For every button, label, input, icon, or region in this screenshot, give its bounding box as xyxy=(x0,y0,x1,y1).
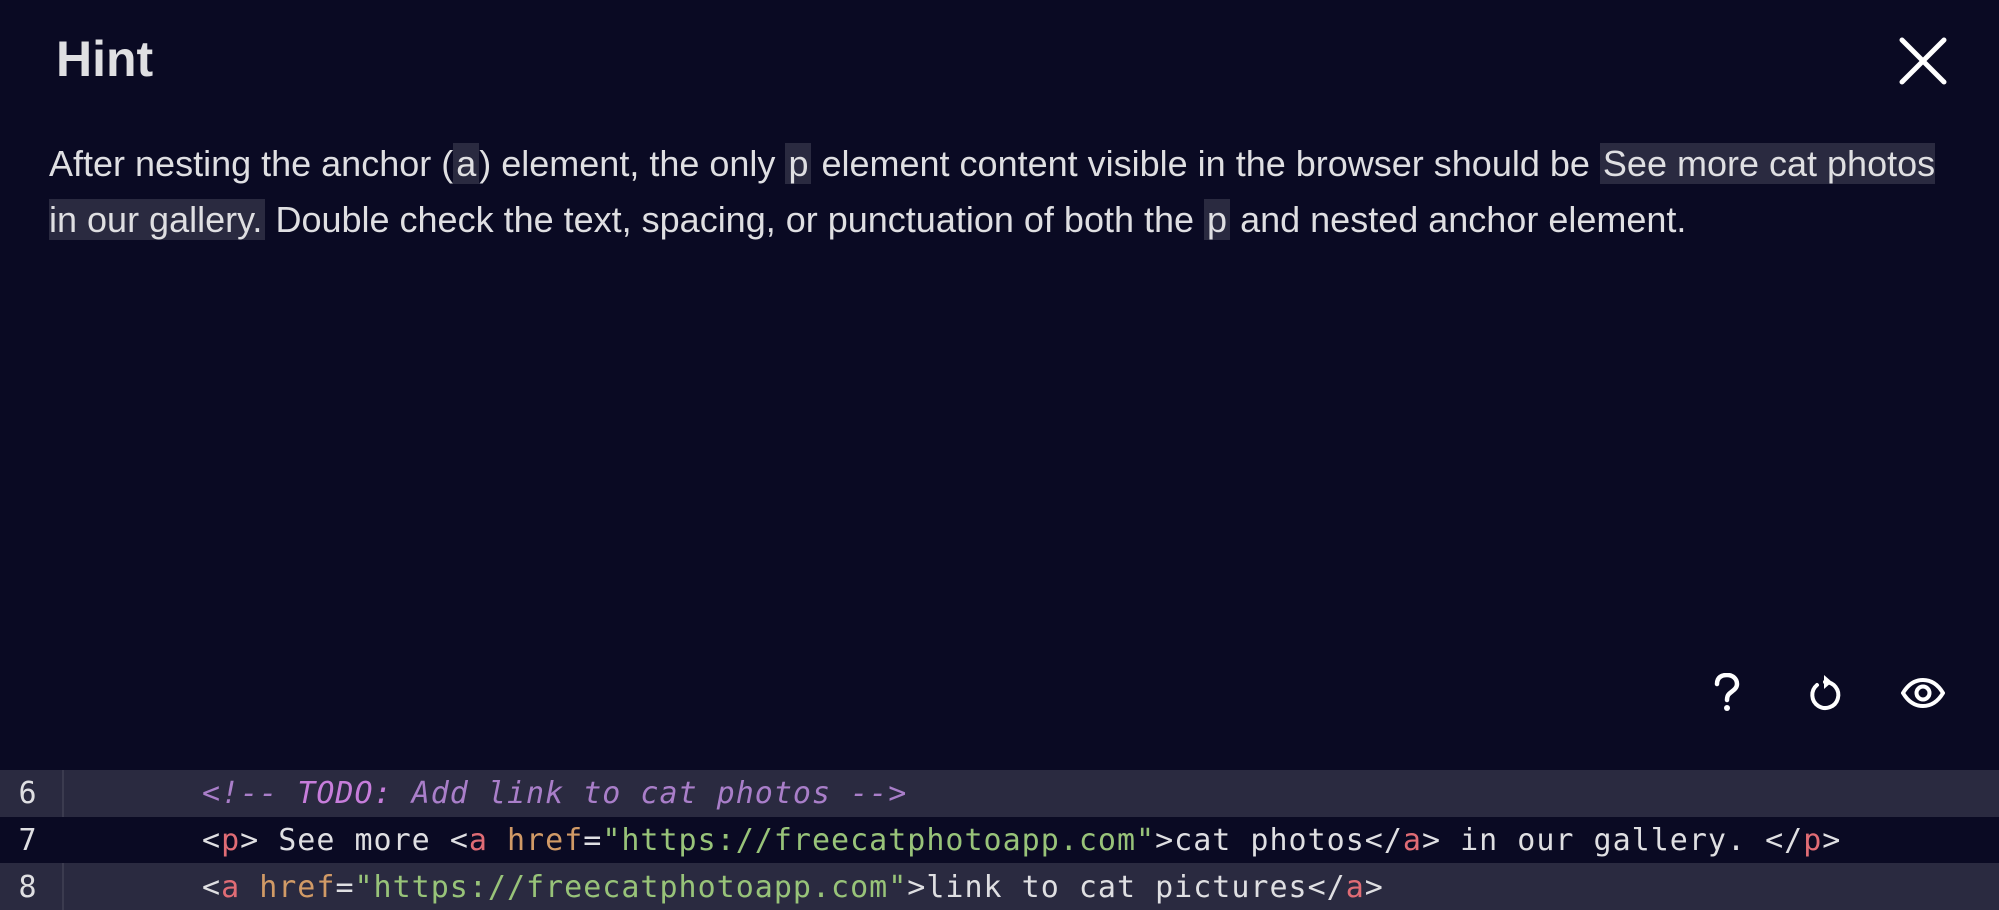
code-line-active[interactable]: 7 <p> See more <a href="https://freecatp… xyxy=(0,817,1999,863)
code-content: <a href="https://freecatphotoapp.com">li… xyxy=(202,870,1384,905)
text-token: cat photos xyxy=(1174,822,1365,858)
punct-token: > xyxy=(1421,822,1442,858)
code-content: <!-- TODO: Add link to cat photos --> xyxy=(202,776,907,811)
punct-token: > xyxy=(240,822,260,858)
punct-token: </ xyxy=(1765,822,1804,858)
hint-description: After nesting the anchor (a) element, th… xyxy=(49,136,1949,248)
tag-token: a xyxy=(1345,869,1365,905)
todo-token: TODO: xyxy=(297,775,393,811)
tag-token: a xyxy=(468,822,488,858)
punct-token: > xyxy=(1155,822,1175,858)
tag-token: p xyxy=(1803,822,1823,858)
punct-token: < xyxy=(449,822,469,858)
hint-text: and nested anchor element. xyxy=(1230,199,1687,240)
code-line[interactable]: 8 <a href="https://freecatphotoapp.com">… xyxy=(0,864,1999,910)
text-token: See more xyxy=(259,822,450,858)
inline-code: p xyxy=(785,143,812,184)
comment-token: <!-- xyxy=(202,775,298,811)
punct-token: > xyxy=(1822,822,1842,858)
hint-title: Hint xyxy=(56,31,154,87)
punct-token: </ xyxy=(1307,869,1346,905)
eye-icon xyxy=(1901,677,1945,709)
punct-token: = xyxy=(335,869,355,905)
line-number: 8 xyxy=(18,869,38,905)
code-line[interactable]: 6 <!-- TODO: Add link to cat photos --> xyxy=(0,770,1999,816)
line-number: 7 xyxy=(18,822,38,858)
close-button[interactable] xyxy=(1896,34,1950,88)
hint-text: After nesting the anchor ( xyxy=(49,143,454,184)
comment-token: Add link to cat photos xyxy=(392,775,851,811)
tag-token: p xyxy=(221,822,241,858)
code-editor[interactable]: 6 <!-- TODO: Add link to cat photos --> … xyxy=(0,770,1999,910)
punct-token: = xyxy=(583,822,603,858)
attr-token: href xyxy=(259,869,336,905)
string-token: "https://freecatphotoapp.com" xyxy=(354,869,908,905)
text-token: link to cat pictures xyxy=(926,869,1308,905)
line-number: 6 xyxy=(18,775,38,811)
reset-icon xyxy=(1810,675,1841,710)
inline-code: a xyxy=(453,143,480,184)
attr-token: href xyxy=(507,822,584,858)
tag-token: a xyxy=(221,869,241,905)
punct-token: > xyxy=(1364,869,1384,905)
punct-token: > xyxy=(907,869,927,905)
close-icon xyxy=(1899,37,1947,85)
string-token: "https://freecatphotoapp.com" xyxy=(602,822,1156,858)
comment-token: --> xyxy=(850,775,908,811)
inline-code: p xyxy=(1204,199,1231,240)
reset-button[interactable] xyxy=(1798,668,1852,718)
preview-button[interactable] xyxy=(1896,668,1950,718)
punct-token: </ xyxy=(1364,822,1403,858)
punct-token: < xyxy=(202,869,222,905)
help-button[interactable] xyxy=(1700,668,1754,718)
punct-token: < xyxy=(202,822,222,858)
question-mark-icon xyxy=(1714,673,1740,711)
hint-text: element content visible in the browser s… xyxy=(811,143,1600,184)
tag-token: a xyxy=(1402,822,1422,858)
text-token: in our gallery. xyxy=(1441,822,1766,858)
hint-text: ) element, the only xyxy=(479,143,786,184)
code-content: <p> See more <a href="https://freecatpho… xyxy=(202,823,1841,858)
hint-text: Double check the text, spacing, or punct… xyxy=(265,199,1205,240)
